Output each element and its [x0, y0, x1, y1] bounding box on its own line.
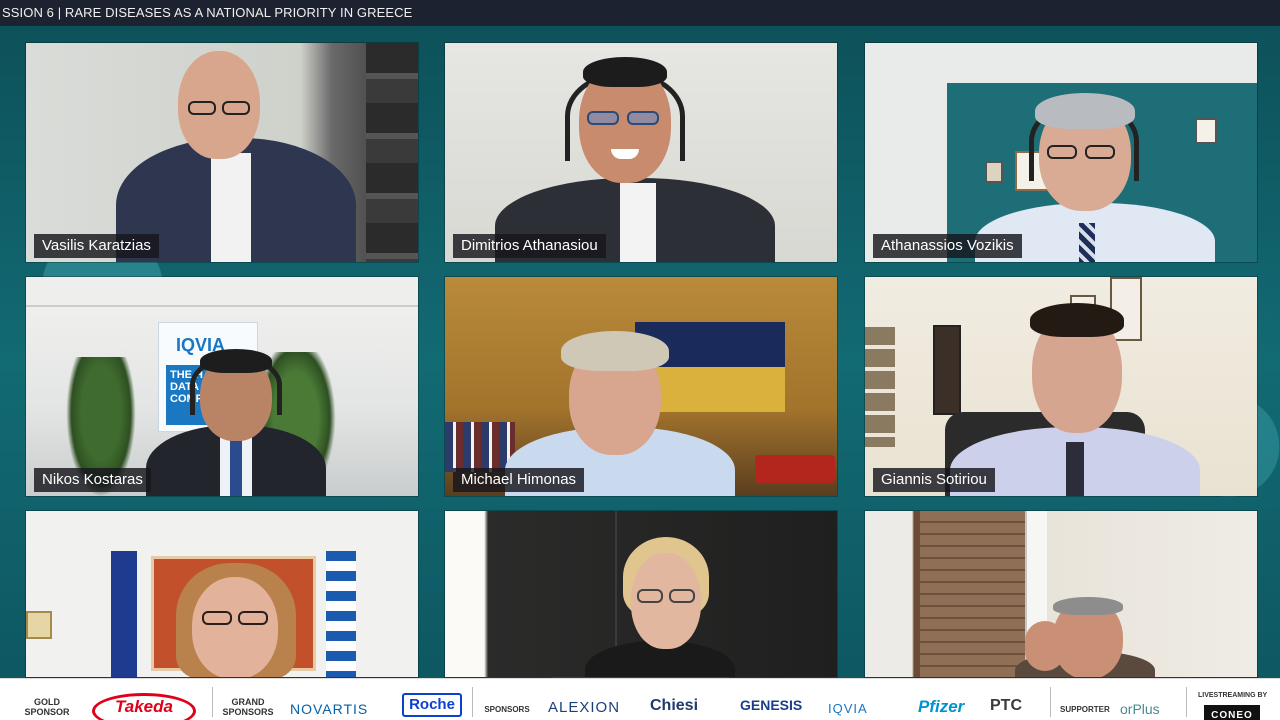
flag-greece [326, 551, 356, 677]
participant-video-3 [975, 43, 1215, 262]
participant-name-5: Michael Himonas [453, 468, 585, 492]
participant-video-4 [136, 277, 336, 496]
sponsor-logo-takeda: Takeda [92, 693, 196, 720]
sponsor-divider [212, 687, 213, 717]
participant-name-6: Giannis Sotiriou [873, 468, 995, 492]
participant-video-8 [585, 511, 735, 677]
video-tile-9[interactable] [864, 510, 1258, 678]
participant-name-2: Dimitrios Athanasiou [453, 234, 606, 258]
participant-name-3: Athanassios Vozikis [873, 234, 1022, 258]
session-title: SSION 6 | RARE DISEASES AS A NATIONAL PR… [0, 0, 1280, 26]
video-tile-4[interactable]: IQVIA THE H DATA COMPA Nikos Kostaras [25, 276, 419, 497]
flag-eu [111, 551, 137, 677]
gold-sponsor-label: GOLD SPONSOR [24, 697, 70, 717]
sponsor-divider [1050, 687, 1051, 717]
sponsor-takeda-text: Takeda [115, 697, 173, 716]
participant-video-9 [1015, 511, 1155, 677]
sponsor-logo-chiesi: Chiesi [650, 697, 699, 714]
participant-video-5 [505, 277, 745, 496]
participant-video-7 [166, 511, 306, 677]
grand-sponsors-label: GRAND SPONSORS [222, 697, 274, 717]
sponsor-logo-alexion: ALEXION [548, 699, 621, 716]
sponsor-roche-text: Roche [409, 696, 455, 713]
sponsor-divider [1186, 687, 1187, 717]
video-tile-3[interactable]: Athanassios Vozikis [864, 42, 1258, 263]
sponsor-divider [472, 687, 473, 717]
sponsor-logo-orplus: orPlus [1120, 701, 1160, 717]
sponsor-logo-pfizer: Pfizer [918, 697, 965, 716]
sponsor-logo-iqvia: IQVIA [828, 701, 868, 716]
supporter-label: SUPPORTER [1060, 705, 1110, 714]
sponsor-logo-roche: Roche [402, 693, 462, 717]
livestream-logo-coneo: CONEO [1204, 705, 1260, 720]
participant-name-4: Nikos Kostaras [34, 468, 151, 492]
participant-video-6 [950, 277, 1200, 496]
sponsor-logo-ptc: PTC [990, 697, 1022, 714]
video-tile-6[interactable]: Giannis Sotiriou [864, 276, 1258, 497]
participant-video-2 [495, 43, 795, 262]
sponsor-bar: GOLD SPONSOR Takeda GRAND SPONSORS NOVAR… [0, 678, 1280, 720]
livestream-coneo-text: CONEO [1211, 710, 1253, 720]
video-tile-1[interactable]: Vasilis Karatzias [25, 42, 419, 263]
video-tile-7[interactable] [25, 510, 419, 678]
conference-stage: SSION 6 | RARE DISEASES AS A NATIONAL PR… [0, 0, 1280, 720]
sponsors-label: SPONSORS [484, 705, 530, 714]
sponsor-logo-genesis: GENESIS [740, 697, 803, 713]
video-tile-5[interactable]: Michael Himonas [444, 276, 838, 497]
participant-video-1 [106, 43, 366, 262]
video-tile-2[interactable]: Dimitrios Athanasiou [444, 42, 838, 263]
sponsor-logo-novartis: NOVARTIS [290, 701, 369, 717]
participant-name-1: Vasilis Karatzias [34, 234, 159, 258]
video-tile-8[interactable] [444, 510, 838, 678]
